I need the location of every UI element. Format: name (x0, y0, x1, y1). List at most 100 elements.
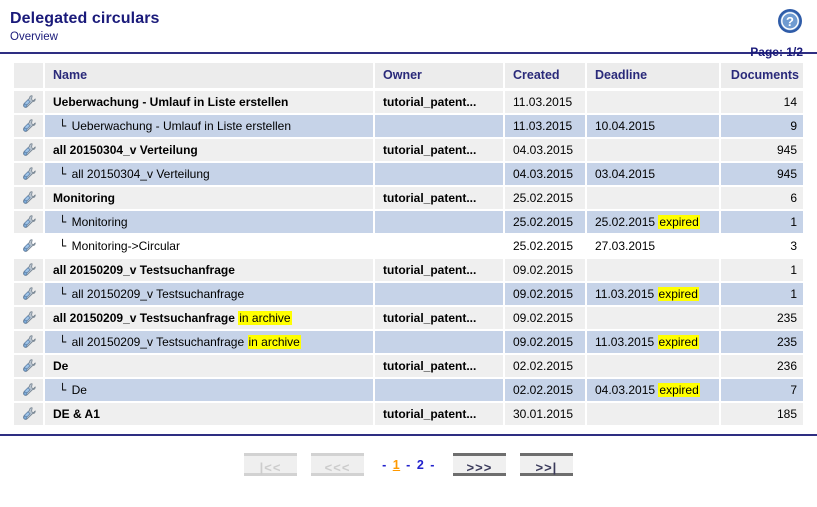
row-created-date: 25.02.2015 (504, 234, 587, 259)
wrench-icon-svg (22, 167, 36, 180)
row-created-date: 09.02.2015 (504, 306, 587, 331)
row-name[interactable]: DE & A1 (44, 402, 375, 427)
row-wrench-icon[interactable] (14, 354, 45, 379)
wrench-icon-svg (22, 359, 36, 372)
row-name-text: Monitoring (71, 215, 128, 229)
row-name[interactable]: └ all 20150209_v Testsuchanfrage (44, 282, 375, 307)
wrench-icon-svg (22, 95, 36, 108)
row-deadline-date: 03.04.2015 (595, 167, 656, 181)
row-documents-count: 235 (720, 306, 803, 331)
row-name[interactable]: all 20150304_v Verteilung (44, 138, 375, 163)
help-circle-icon[interactable]: ? (777, 8, 803, 34)
row-documents-count: 6 (720, 186, 803, 211)
row-deadline-date: 11.03.2015 (595, 287, 655, 301)
row-name[interactable]: all 20150209_v Testsuchanfrage in archiv… (44, 306, 375, 331)
row-documents-count: 7 (720, 378, 803, 403)
pagination-prev-button[interactable]: <<< (311, 453, 365, 476)
row-deadline (586, 402, 721, 427)
table-row[interactable]: DE & A1 tutorial_patent... 30.01.2015 185 (14, 402, 803, 427)
row-wrench-icon[interactable] (14, 282, 45, 307)
row-wrench-icon[interactable] (14, 330, 45, 355)
table-row[interactable]: all 20150209_v Testsuchanfrage tutorial_p… (14, 258, 803, 283)
row-created-date: 11.03.2015 (504, 89, 587, 115)
table-row[interactable]: De tutorial_patent... 02.02.2015 236 (14, 354, 803, 379)
table-row[interactable]: └ De 02.02.2015 04.03.2015 expired 7 (14, 378, 803, 403)
column-header-name: Name (44, 63, 375, 91)
pagination-page-1[interactable]: 1 (391, 458, 402, 472)
tree-branch-glyph: └ (59, 167, 67, 181)
row-created-date: 11.03.2015 (504, 114, 587, 139)
row-deadline (586, 89, 721, 115)
row-name[interactable]: De (44, 354, 375, 379)
row-name-text: Ueberwachung - Umlauf in Liste erstellen (53, 95, 289, 109)
table-row[interactable]: Ueberwachung - Umlauf in Liste erstellen… (14, 89, 803, 115)
table-area: Name Owner Created Deadline Documents Ue… (0, 63, 817, 427)
table-row[interactable]: └ all 20150209_v Testsuchanfrage 09.02.20… (14, 282, 803, 307)
row-wrench-icon[interactable] (14, 210, 45, 235)
row-deadline-date: 10.04.2015 (595, 119, 656, 133)
pagination-page-numbers: - 1 - 2 - (378, 458, 439, 472)
row-wrench-icon[interactable] (14, 162, 45, 187)
row-owner (374, 282, 505, 307)
table-row[interactable]: Monitoring tutorial_patent... 25.02.2015 6 (14, 186, 803, 211)
table-header-row: Name Owner Created Deadline Documents (14, 63, 803, 91)
row-wrench-icon[interactable] (14, 402, 45, 427)
row-wrench-icon[interactable] (14, 306, 45, 331)
row-deadline (586, 138, 721, 163)
wrench-icon-svg (22, 311, 36, 324)
tree-branch-glyph: └ (59, 119, 67, 133)
table-row[interactable]: └ Monitoring->Circular 25.02.2015 27.03.20… (14, 234, 803, 259)
row-created-date: 09.02.2015 (504, 330, 587, 355)
row-name-text: DE & A1 (53, 407, 100, 421)
row-owner: tutorial_patent... (374, 354, 505, 379)
footer-divider (0, 434, 817, 436)
row-deadline-date: 27.03.2015 (595, 239, 656, 253)
row-name[interactable]: all 20150209_v Testsuchanfrage (44, 258, 375, 283)
row-created-date: 09.02.2015 (504, 282, 587, 307)
pagination-first-button[interactable]: |<< (244, 453, 298, 476)
table-row[interactable]: └ all 20150209_v Testsuchanfrage in arch… (14, 330, 803, 355)
table-row[interactable]: all 20150209_v Testsuchanfrage in archiv… (14, 306, 803, 331)
row-name[interactable]: └ Monitoring->Circular (44, 234, 375, 259)
row-name[interactable]: Ueberwachung - Umlauf in Liste erstellen (44, 89, 375, 115)
row-deadline: 11.03.2015 expired (586, 282, 721, 307)
row-name[interactable]: └ De (44, 378, 375, 403)
row-wrench-icon[interactable] (14, 138, 45, 163)
pagination-page-2[interactable]: 2 (415, 458, 426, 472)
wrench-icon-svg (22, 383, 36, 396)
row-wrench-icon[interactable] (14, 234, 45, 259)
tree-branch-glyph: └ (59, 383, 67, 397)
row-documents-count: 236 (720, 354, 803, 379)
row-wrench-icon[interactable] (14, 258, 45, 283)
row-name[interactable]: └ all 20150304_v Verteilung (44, 162, 375, 187)
column-header-documents: Documents (720, 63, 803, 91)
row-name[interactable]: └ all 20150209_v Testsuchanfrage in arch… (44, 330, 375, 355)
tree-branch-glyph: └ (59, 215, 67, 229)
row-owner (374, 162, 505, 187)
row-name[interactable]: Monitoring (44, 186, 375, 211)
row-deadline: 11.03.2015 expired (586, 330, 721, 355)
table-row[interactable]: └ Ueberwachung - Umlauf in Liste erstell… (14, 114, 803, 139)
pagination-last-button[interactable]: >>| (519, 453, 573, 476)
row-deadline (586, 306, 721, 331)
row-wrench-icon[interactable] (14, 114, 45, 139)
row-wrench-icon[interactable] (14, 378, 45, 403)
row-wrench-icon[interactable] (14, 186, 45, 211)
table-row[interactable]: └ Monitoring 25.02.2015 25.02.2015 expired… (14, 210, 803, 235)
row-deadline (586, 354, 721, 379)
wrench-icon-svg (22, 263, 36, 276)
row-documents-count: 9 (720, 114, 803, 139)
row-name[interactable]: └ Monitoring (44, 210, 375, 235)
row-documents-count: 1 (720, 258, 803, 283)
tree-branch-glyph: └ (59, 287, 67, 301)
row-name[interactable]: └ Ueberwachung - Umlauf in Liste erstell… (44, 114, 375, 139)
row-wrench-icon[interactable] (14, 89, 45, 115)
row-owner: tutorial_patent... (374, 306, 505, 331)
row-name-text: Ueberwachung - Umlauf in Liste erstellen (71, 119, 292, 133)
pagination-next-button[interactable]: >>> (452, 453, 506, 476)
table-row[interactable]: └ all 20150304_v Verteilung 04.03.2015 03.… (14, 162, 803, 187)
row-archive-badge: in archive (238, 311, 292, 325)
table-body: Ueberwachung - Umlauf in Liste erstellen… (14, 89, 803, 427)
table-row[interactable]: all 20150304_v Verteilung tutorial_patent… (14, 138, 803, 163)
wrench-icon-svg (22, 287, 36, 300)
